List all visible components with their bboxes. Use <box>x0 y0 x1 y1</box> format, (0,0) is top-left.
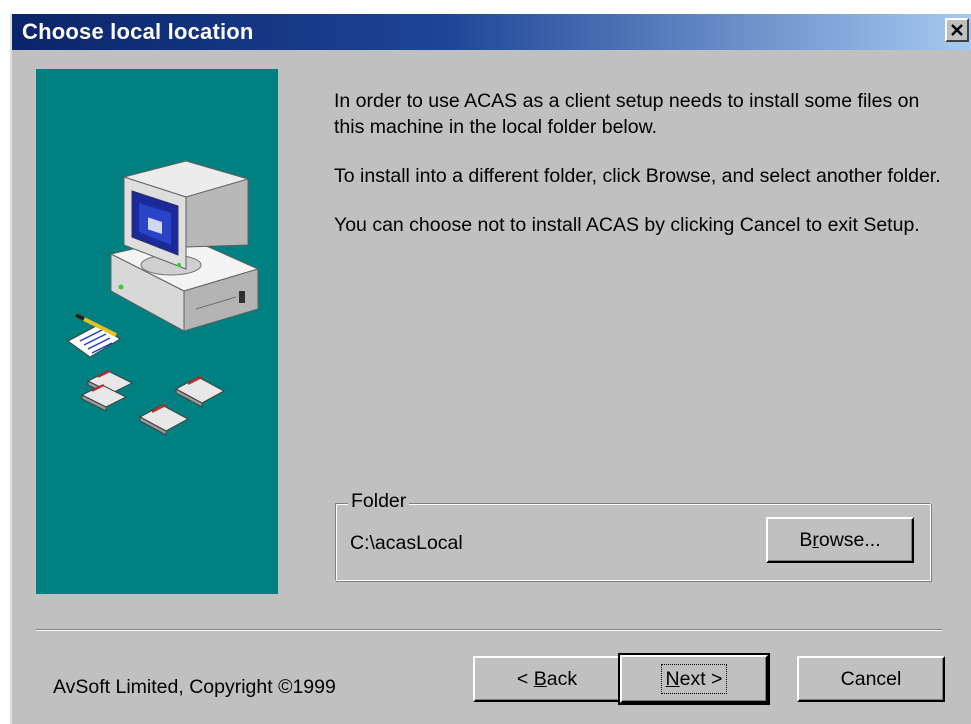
instruction-paragraph-3: You can choose not to install ACAS by cl… <box>334 214 920 236</box>
browse-button-label: Browse... <box>799 529 881 551</box>
instruction-paragraph-2: To install into a different folder, clic… <box>334 165 941 187</box>
cancel-button-label: Cancel <box>840 668 902 690</box>
instruction-paragraph-1: In order to use ACAS as a client setup n… <box>334 90 920 138</box>
title-bar[interactable]: Choose local location <box>12 14 971 50</box>
next-button-label: Next > <box>660 664 728 694</box>
close-button[interactable] <box>945 18 969 42</box>
setup-illustration-panel <box>36 69 278 594</box>
back-button[interactable]: < Back <box>473 656 621 702</box>
browse-button[interactable]: Browse... <box>766 517 914 563</box>
destination-folder-path: C:\acasLocal <box>350 532 463 554</box>
computer-setup-illustration <box>67 160 260 436</box>
copyright-text: AvSoft Limited, Copyright ©1999 <box>53 676 336 698</box>
folder-group-label: Folder <box>348 490 410 513</box>
close-icon <box>951 24 963 36</box>
next-button[interactable]: Next > <box>618 653 770 705</box>
back-button-label: < Back <box>516 668 578 690</box>
setup-dialog: Choose local location In order to use AC… <box>10 14 971 724</box>
footer-divider <box>36 629 942 631</box>
instructions-text: In order to use ACAS as a client setup n… <box>334 88 944 261</box>
cancel-button[interactable]: Cancel <box>797 656 945 702</box>
window-title: Choose local location <box>22 19 254 44</box>
